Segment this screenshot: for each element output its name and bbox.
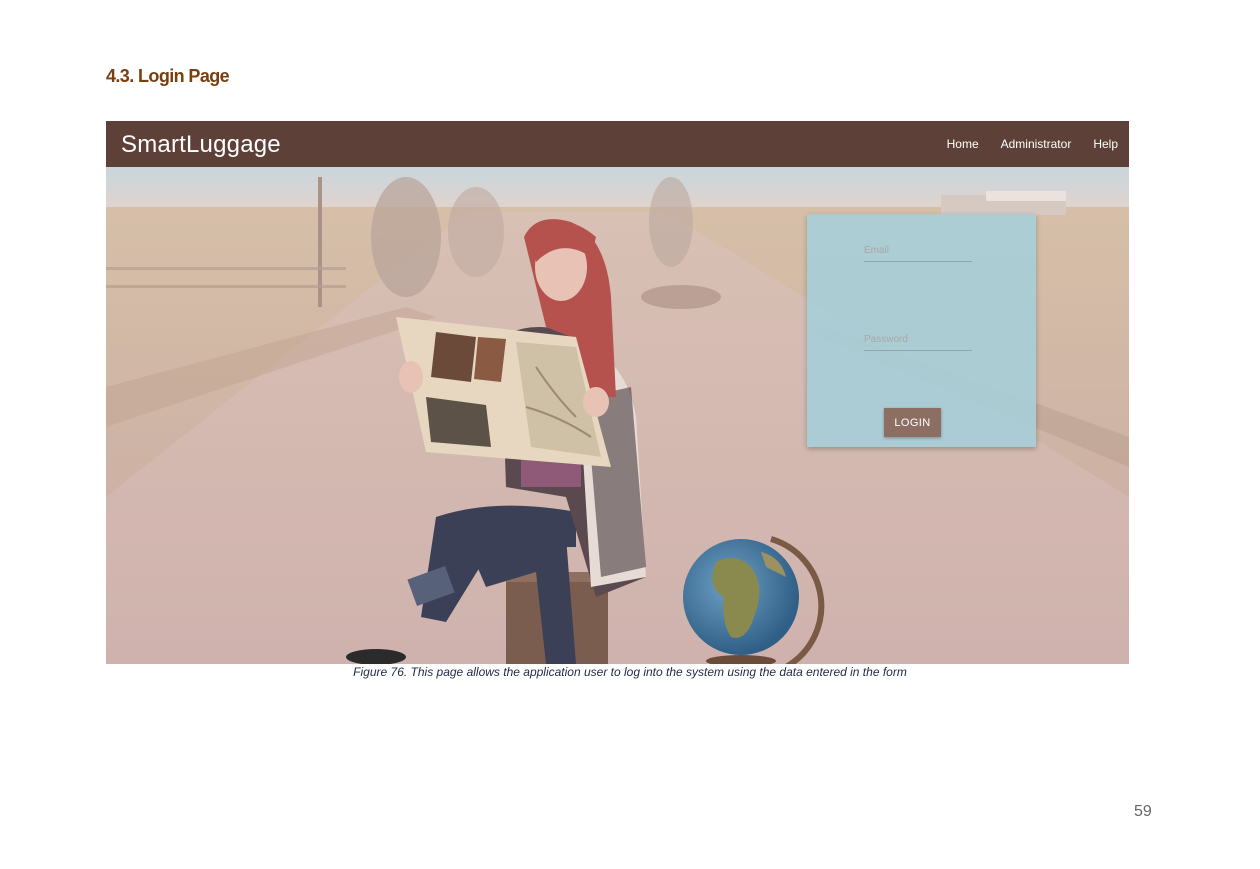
brand-logo[interactable]: SmartLuggage xyxy=(121,131,281,159)
password-field[interactable] xyxy=(864,328,972,351)
nav-administrator-link[interactable]: Administrator xyxy=(1001,137,1072,151)
login-button[interactable]: LOGIN xyxy=(884,408,941,437)
app-screenshot: SmartLuggage Home Administrator Help Ema… xyxy=(106,121,1129,664)
email-field[interactable] xyxy=(864,239,972,262)
section-heading: 4.3. Login Page xyxy=(106,66,230,86)
navbar: SmartLuggage Home Administrator Help xyxy=(106,121,1129,167)
nav-home-link[interactable]: Home xyxy=(947,137,979,151)
page-number: 59 xyxy=(1134,803,1152,820)
figure-caption: Figure 76. This page allows the applicat… xyxy=(353,665,907,679)
login-card: LOGIN xyxy=(807,214,1036,447)
nav-help-link[interactable]: Help xyxy=(1093,137,1118,151)
nav-links: Home Administrator Help xyxy=(925,137,1118,151)
